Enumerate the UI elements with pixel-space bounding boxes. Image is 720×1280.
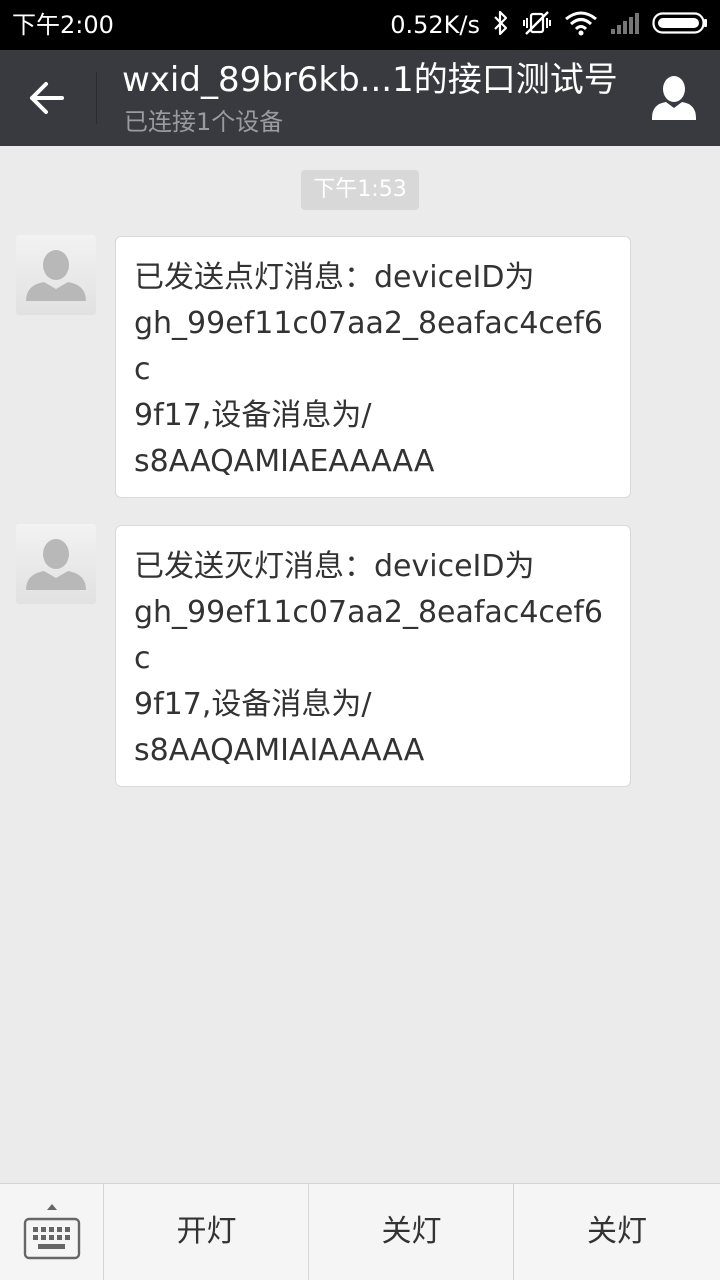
person-icon — [652, 76, 696, 120]
keyboard-toggle-button[interactable] — [0, 1184, 103, 1280]
keyboard-icon — [23, 1204, 81, 1260]
network-speed: 0.52K/s — [390, 11, 480, 39]
profile-button[interactable] — [650, 72, 698, 124]
status-bar: 下午2:00 0.52K/s — [0, 0, 720, 50]
menu-button-light-off-2[interactable]: 关灯 — [513, 1184, 720, 1280]
menu-button-light-on[interactable]: 开灯 — [103, 1184, 309, 1280]
avatar[interactable] — [16, 524, 96, 604]
wifi-icon — [564, 10, 598, 40]
default-avatar-icon — [26, 250, 86, 301]
status-time: 下午2:00 — [12, 11, 114, 39]
default-avatar-icon — [26, 539, 86, 590]
message-text: gh_99ef11c07aa2_8eafac4cef6c — [134, 306, 603, 387]
bottom-menu-bar: 开灯 关灯 关灯 — [0, 1183, 720, 1280]
message-timestamp: 下午1:53 — [301, 170, 419, 210]
header-divider — [96, 72, 97, 124]
arrow-left-icon — [30, 82, 64, 114]
menu-button-light-off[interactable]: 关灯 — [308, 1184, 514, 1280]
chat-screen: 下午2:00 0.52K/s wxid_89br6kb...1的接口测试号 已连… — [0, 0, 720, 1280]
message-text: gh_99ef11c07aa2_8eafac4cef6c — [134, 595, 603, 676]
avatar[interactable] — [16, 235, 96, 315]
message-text: 9f17,设备消息为/ — [134, 398, 372, 433]
back-button[interactable] — [22, 76, 76, 120]
message-text: s8AAQAMIAEAAAAA — [134, 444, 435, 479]
vibrate-off-icon — [522, 9, 552, 41]
message-text: 已发送点灯消息：deviceID为 — [134, 260, 535, 295]
message-bubble[interactable]: 已发送灭灯消息：deviceID为 gh_99ef11c07aa2_8eafac… — [115, 525, 631, 787]
message-bubble[interactable]: 已发送点灯消息：deviceID为 gh_99ef11c07aa2_8eafac… — [115, 236, 631, 498]
chat-header: wxid_89br6kb...1的接口测试号 已连接1个设备 — [0, 50, 720, 146]
status-right-group: 0.52K/s — [390, 8, 708, 42]
bluetooth-icon — [492, 9, 510, 41]
battery-icon — [652, 11, 708, 39]
message-text: 已发送灭灯消息：deviceID为 — [134, 549, 535, 584]
message-text: 9f17,设备消息为/ — [134, 687, 372, 722]
connection-status: 已连接1个设备 — [124, 108, 284, 136]
message-text: s8AAQAMIAIAAAAA — [134, 733, 425, 768]
chat-title: wxid_89br6kb...1的接口测试号 — [122, 60, 618, 100]
signal-icon — [610, 11, 640, 39]
